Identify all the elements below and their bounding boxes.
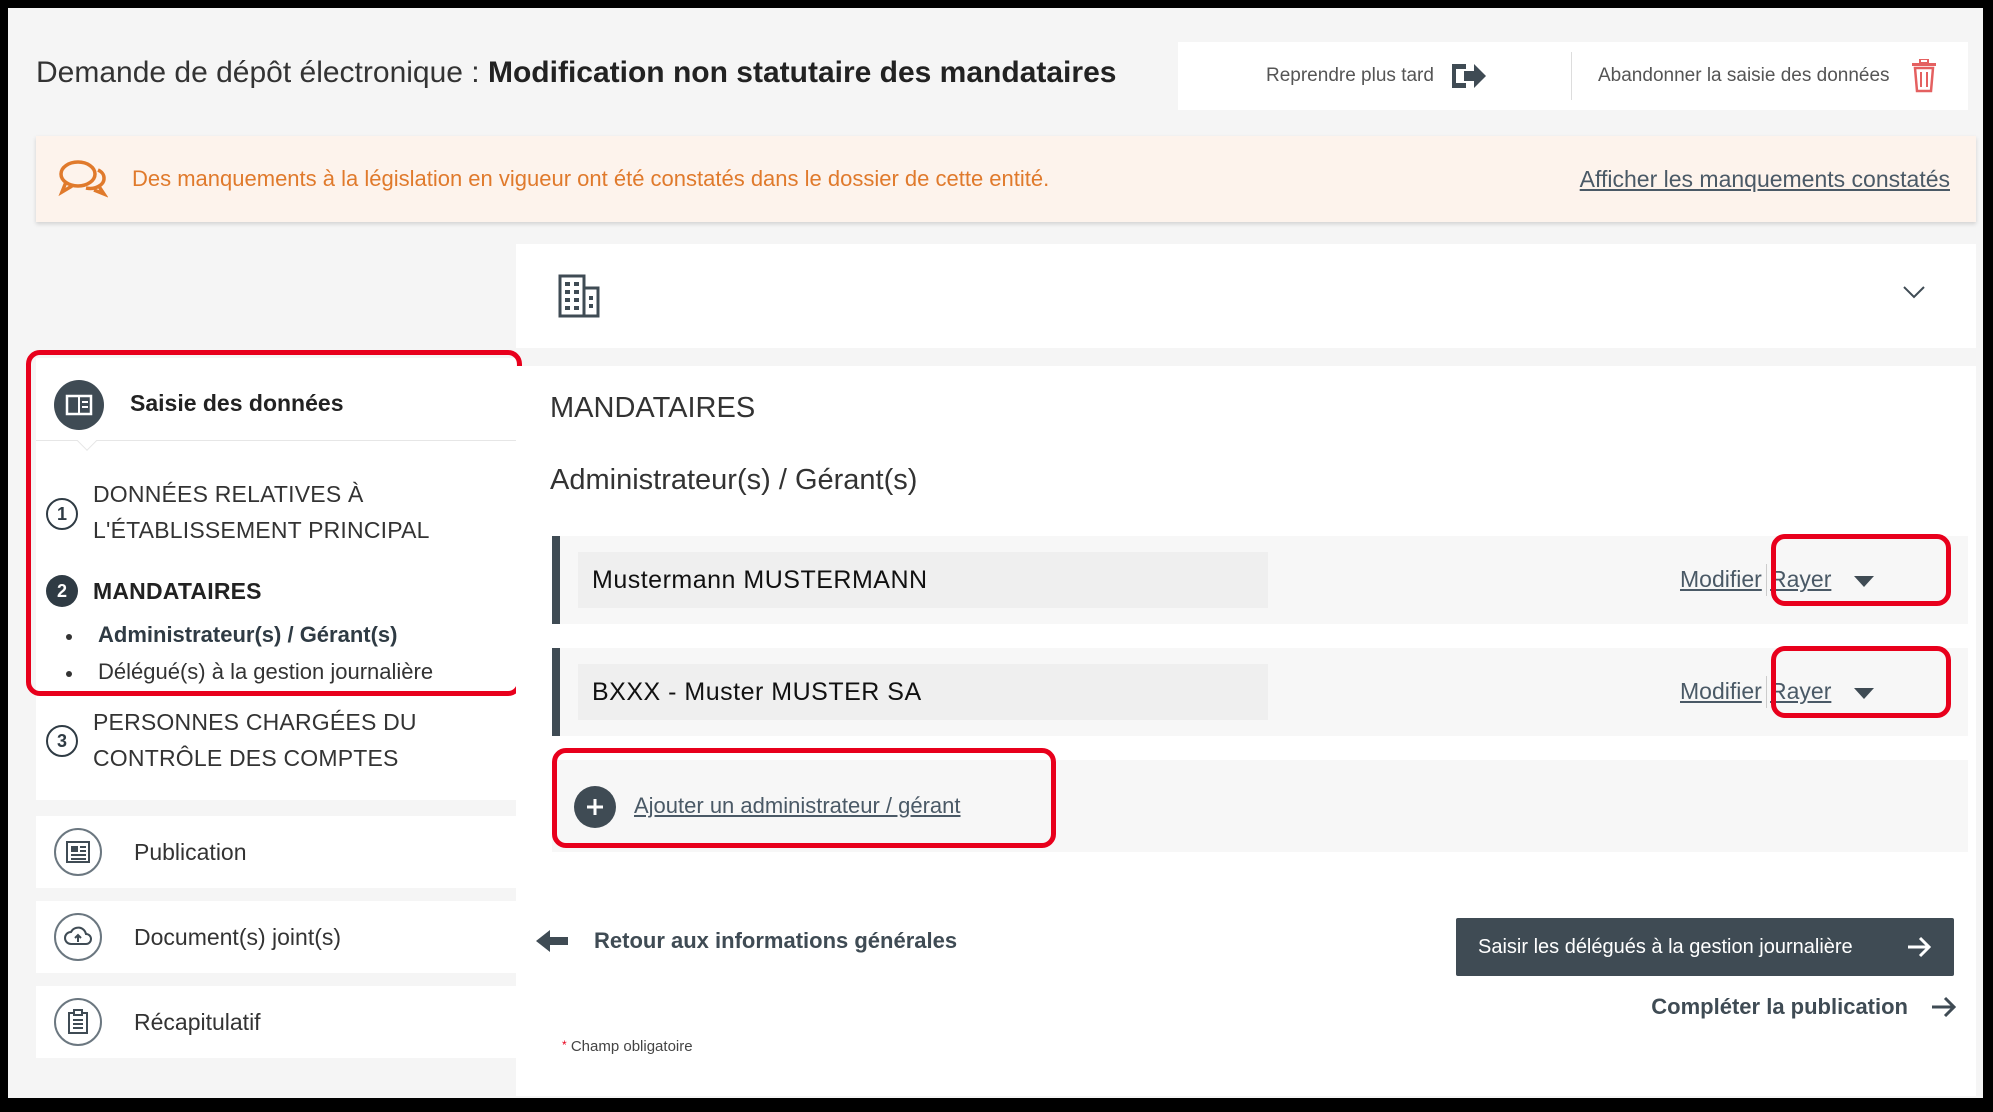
section-title: MANDATAIRES [550, 392, 756, 424]
show-violations-link[interactable]: Afficher les manquements constatés [1580, 166, 1950, 193]
required-asterisk: * [562, 1038, 567, 1052]
main-panel: MANDATAIRES Administrateur(s) / Gérant(s… [516, 366, 1976, 1096]
mandataire-name: Mustermann MUSTERMANN [578, 552, 1268, 608]
entity-card[interactable] [516, 244, 1976, 348]
sidebar-label-publication: Publication [134, 838, 247, 865]
highlight-strike-1 [1771, 534, 1951, 606]
sidebar-label-summary: Récapitulatif [134, 1008, 261, 1035]
link-separator [1766, 564, 1767, 596]
clipboard-icon [54, 998, 102, 1046]
newspaper-icon [54, 828, 102, 876]
back-label: Retour aux informations générales [594, 928, 958, 953]
chat-bubbles-icon [58, 160, 108, 198]
required-field-note: * Champ obligatoire [562, 1038, 693, 1055]
back-to-general-info[interactable]: Retour aux informations générales [536, 928, 957, 954]
complete-publication-link[interactable]: Compléter la publication [1651, 994, 1958, 1020]
complete-label: Compléter la publication [1651, 994, 1908, 1019]
resume-later-button[interactable]: Reprendre plus tard [1266, 42, 1488, 110]
arrow-right-icon [1908, 936, 1932, 958]
step-3-line2: CONTRÔLE DES COMPTES [93, 745, 399, 771]
compliance-alert: Des manquements à la législation en vigu… [36, 136, 1976, 222]
page-title: Demande de dépôt électronique : Modifica… [36, 56, 1116, 90]
sidebar-item-publication[interactable]: Publication [36, 816, 516, 888]
highlight-strike-2 [1771, 646, 1951, 718]
application-frame: Demande de dépôt électronique : Modifica… [8, 8, 1983, 1098]
sidebar-item-summary[interactable]: Récapitulatif [36, 986, 516, 1058]
resume-later-label: Reprendre plus tard [1266, 65, 1434, 86]
abandon-label: Abandonner la saisie des données [1598, 65, 1890, 86]
header-separator [1571, 52, 1572, 100]
page-title-bold: Modification non statutaire des mandatai… [487, 56, 1117, 89]
building-icon [558, 274, 600, 318]
modify-link[interactable]: Modifier [1680, 678, 1762, 705]
highlight-sidebar [26, 350, 522, 696]
mandataire-name: BXXX - Muster MUSTER SA [578, 664, 1268, 720]
subsection-title: Administrateur(s) / Gérant(s) [550, 464, 918, 496]
highlight-add-administrator [552, 748, 1056, 848]
mandataire-row: Mustermann MUSTERMANN Modifier Rayer [552, 536, 1968, 624]
page-title-prefix: Demande de dépôt électronique : [36, 56, 488, 89]
sidebar-item-documents[interactable]: Document(s) joint(s) [36, 901, 516, 973]
link-separator [1766, 676, 1767, 708]
required-note-text: Champ obligatoire [570, 1038, 693, 1055]
mandataire-row: BXXX - Muster MUSTER SA Modifier Rayer [552, 648, 1968, 736]
sidebar-step-audit[interactable]: PERSONNES CHARGÉES DU CONTRÔLE DES COMPT… [93, 704, 417, 776]
chevron-down-icon[interactable] [1902, 284, 1926, 300]
step-3-line1: PERSONNES CHARGÉES DU [93, 709, 417, 735]
step-3-badge: 3 [46, 725, 78, 757]
sidebar-label-documents: Document(s) joint(s) [134, 923, 342, 950]
exit-arrow-icon [1451, 64, 1486, 88]
modify-link[interactable]: Modifier [1680, 566, 1762, 593]
abandon-button[interactable]: Abandonner la saisie des données [1598, 42, 1938, 110]
arrow-left-icon [536, 930, 568, 952]
enter-delegates-button[interactable]: Saisir les délégués à la gestion journal… [1456, 918, 1954, 976]
enter-delegates-label: Saisir les délégués à la gestion journal… [1478, 935, 1853, 958]
alert-message: Des manquements à la législation en vigu… [132, 166, 1050, 191]
cloud-upload-icon [54, 913, 102, 961]
header-actions: Reprendre plus tard Abandonner la saisie… [1178, 42, 1968, 110]
arrow-right-icon [1932, 996, 1957, 1018]
trash-icon [1911, 59, 1936, 93]
